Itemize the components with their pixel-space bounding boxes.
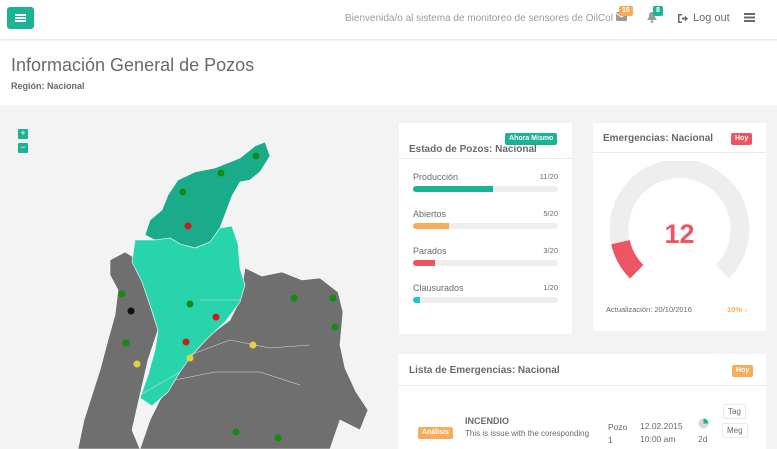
emergencias-count: 12 xyxy=(664,219,695,249)
stat-clausurados: Clausurados 1/20 xyxy=(413,283,558,303)
stat-label: Producción xyxy=(413,172,459,182)
map-marker[interactable] xyxy=(127,307,135,315)
emergencias-panel: Emergencias: Nacional Hoy 12 Actualizaci… xyxy=(593,123,766,331)
progress-track xyxy=(413,297,558,303)
map-marker[interactable] xyxy=(212,313,220,321)
emergency-date: 12.02.2015 xyxy=(640,421,683,431)
map-marker[interactable] xyxy=(179,188,187,196)
emergency-age: 2d xyxy=(698,434,708,444)
stat-abiertos: Abiertos 5/20 xyxy=(413,209,558,229)
page-title: Información General de Pozos xyxy=(11,55,255,75)
progress-track xyxy=(413,260,558,266)
stat-label: Clausurados xyxy=(413,283,464,293)
map-marker[interactable] xyxy=(186,300,194,308)
welcome-message: Bienvenida/o al sistema de monitoreo de … xyxy=(345,13,613,24)
stat-label: Abiertos xyxy=(413,209,447,219)
tasks-button[interactable] xyxy=(744,13,755,25)
page-header: Información General de Pozos Región: Nac… xyxy=(0,41,777,105)
wells-map[interactable]: + − xyxy=(0,106,390,449)
meg-button[interactable]: Meg xyxy=(722,423,748,438)
today-badge: Hoy xyxy=(732,365,754,377)
status-badge: Análisis xyxy=(418,427,453,439)
progress-fill xyxy=(413,297,421,303)
progress-fill xyxy=(413,260,435,266)
lista-emergencias-panel: Lista de Emergencias: Nacional Hoy Análi… xyxy=(398,354,766,449)
emergency-description: This is issue with the coresponding xyxy=(465,429,590,438)
map-region-teal-north xyxy=(144,141,271,249)
progress-track xyxy=(413,186,558,192)
tasks-icon xyxy=(744,13,755,22)
map-marker[interactable] xyxy=(331,323,339,331)
logout-label: Log out xyxy=(693,12,730,24)
menu-toggle-button[interactable] xyxy=(7,7,34,29)
sign-out-icon xyxy=(678,13,688,23)
map-marker[interactable] xyxy=(217,169,225,177)
map-marker[interactable] xyxy=(182,338,190,346)
region-label: Región: Nacional xyxy=(11,81,85,91)
colombia-map xyxy=(77,141,369,449)
messages-count-badge: 16 xyxy=(619,6,633,16)
lista-title: Lista de Emergencias: Nacional xyxy=(409,365,560,376)
map-marker[interactable] xyxy=(252,152,260,160)
map-marker[interactable] xyxy=(186,354,194,362)
update-date: Actualización: 20/10/2016 xyxy=(606,305,692,314)
map-marker[interactable] xyxy=(290,294,298,302)
change-indicator: 10% ↓ xyxy=(727,305,748,314)
logout-button[interactable]: Log out xyxy=(678,12,730,24)
tag-button[interactable]: Tag xyxy=(723,404,746,419)
estado-pozos-title: Estado de Pozos: Nacional xyxy=(409,144,537,155)
map-marker[interactable] xyxy=(274,434,282,442)
stat-label: Parados xyxy=(413,246,447,256)
bars-icon xyxy=(15,17,26,19)
top-navbar: Bienvenida/o al sistema de monitoreo de … xyxy=(0,0,777,40)
progress-track xyxy=(413,223,558,229)
stat-value: 1/20 xyxy=(543,283,558,292)
stat-value: 11/20 xyxy=(539,172,558,181)
progress-fill xyxy=(413,186,493,192)
stat-value: 5/20 xyxy=(543,209,558,218)
pozo-name: Pozo 1 xyxy=(608,422,628,445)
map-marker[interactable] xyxy=(133,360,141,368)
map-marker[interactable] xyxy=(249,341,257,349)
map-marker[interactable] xyxy=(232,428,240,436)
progress-fill xyxy=(413,223,450,229)
stat-value: 3/20 xyxy=(543,246,558,255)
today-badge: Hoy xyxy=(731,133,753,145)
emergency-type: INCENDIO xyxy=(465,416,510,426)
pie-icon xyxy=(698,418,709,429)
emergency-time: 10:00 am xyxy=(640,434,676,444)
emergencias-title: Emergencias: Nacional xyxy=(603,133,714,144)
map-marker[interactable] xyxy=(329,294,337,302)
map-marker[interactable] xyxy=(118,290,126,298)
stat-parados: Parados 3/20 xyxy=(413,246,558,266)
map-marker[interactable] xyxy=(184,222,192,230)
alerts-count-badge: 8 xyxy=(653,6,663,16)
map-marker[interactable] xyxy=(122,339,130,347)
stat-produccion: Producción 11/20 xyxy=(413,172,558,192)
estado-pozos-panel: Ahora Mismo Estado de Pozos: Nacional Pr… xyxy=(399,123,572,334)
